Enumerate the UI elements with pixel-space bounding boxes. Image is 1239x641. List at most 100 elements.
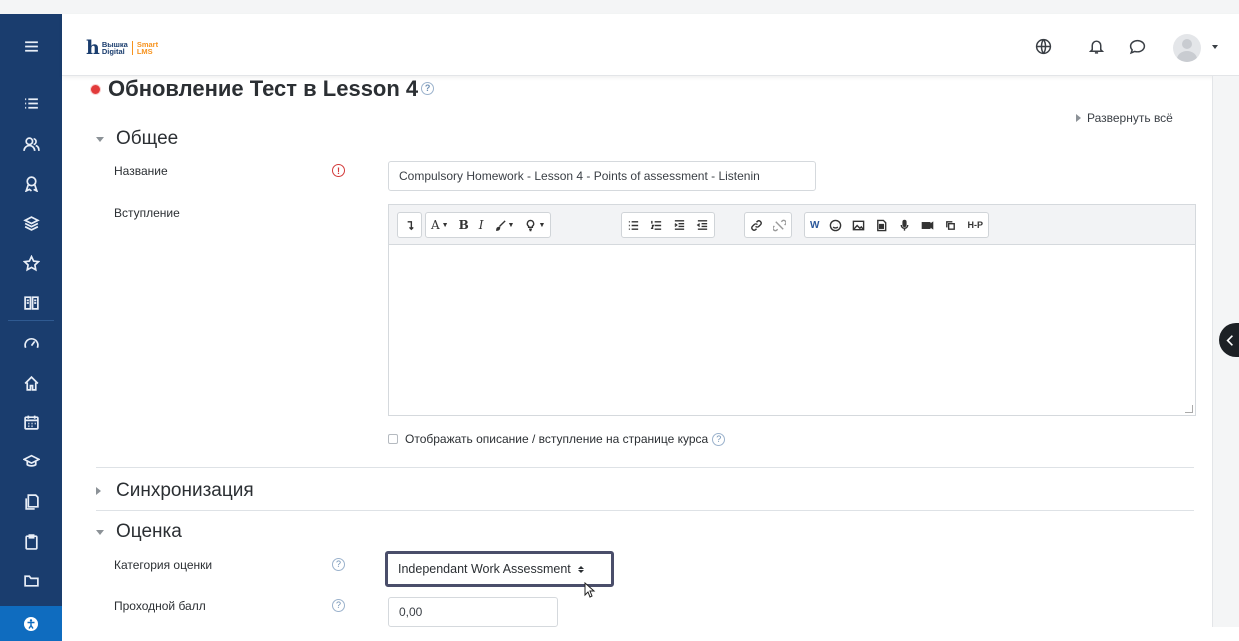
collapse-icon: [96, 136, 110, 142]
accessibility-button[interactable]: [0, 606, 62, 641]
chevron-down-icon[interactable]: [1212, 45, 1218, 49]
quiz-name-input[interactable]: Compulsory Homework - Lesson 4 - Points …: [388, 161, 816, 191]
media-button[interactable]: [870, 213, 893, 237]
accessibility-icon: [24, 616, 38, 631]
logo-line2: Digital: [101, 47, 125, 56]
show-description-label: Отображать описание / вступление на стра…: [405, 432, 709, 446]
dashboard-icon[interactable]: [0, 328, 62, 358]
microphone-button[interactable]: [893, 213, 916, 237]
grade-category-select[interactable]: Independant Work Assessment: [385, 551, 614, 587]
help-icon[interactable]: ?: [332, 558, 345, 571]
section-divider: [96, 510, 1194, 511]
font-style-button[interactable]: A ▼: [426, 213, 454, 237]
star-icon[interactable]: [0, 248, 62, 278]
italic-button[interactable]: I: [474, 213, 489, 237]
sidebar-separator: [8, 320, 54, 321]
bold-button[interactable]: B: [454, 213, 474, 237]
calendar-icon[interactable]: [0, 407, 62, 437]
grade-category-value: Independant Work Assessment: [398, 562, 571, 576]
section-general-header[interactable]: Общее: [96, 127, 178, 151]
page-title: Обновление Тест в Lesson 4 ?: [90, 76, 435, 102]
emoji-button[interactable]: [824, 213, 847, 237]
grade-category-label: Категория оценки: [114, 558, 213, 572]
clipboard-icon[interactable]: [0, 526, 62, 556]
word-paste-button[interactable]: W: [805, 213, 824, 237]
outdent-button[interactable]: [691, 213, 714, 237]
numbered-list-button[interactable]: [645, 213, 668, 237]
pass-grade-label: Проходной балл: [114, 599, 206, 613]
logo-divider: [131, 41, 133, 55]
section-sync-header[interactable]: Синхронизация: [96, 479, 254, 503]
bullet-list-button[interactable]: [622, 213, 645, 237]
files-icon[interactable]: [0, 486, 62, 516]
book-icon[interactable]: [0, 287, 62, 317]
expand-all-link[interactable]: Развернуть всё: [1076, 111, 1173, 125]
intro-label: Вступление: [114, 206, 180, 220]
caret-right-icon: [1076, 114, 1081, 122]
section-general-title: Общее: [116, 128, 179, 149]
list-icon[interactable]: [0, 88, 62, 118]
toolbar-group-media: W H-P: [804, 212, 989, 238]
section-grade-header[interactable]: Оценка: [96, 520, 182, 544]
section-grade-title: Оценка: [116, 521, 182, 542]
logo-mark: h: [86, 37, 100, 59]
unlink-button[interactable]: [768, 213, 791, 237]
section-divider: [96, 467, 1194, 468]
intro-editor-area[interactable]: [389, 245, 1195, 415]
award-icon[interactable]: [0, 168, 62, 198]
show-description-checkbox[interactable]: [388, 434, 398, 444]
hamburger-icon[interactable]: [0, 31, 62, 61]
chat-icon[interactable]: [1127, 36, 1147, 56]
show-description-row: Отображать описание / вступление на стра…: [388, 432, 726, 446]
logo-subtext: Smart LMS: [136, 41, 158, 56]
toolbar-group-links: [744, 212, 792, 238]
select-arrows-icon: [577, 565, 584, 573]
page-title-text: Обновление Тест в Lesson 4: [108, 76, 419, 101]
help-icon[interactable]: ?: [712, 432, 726, 446]
resize-handle[interactable]: [1185, 405, 1193, 413]
top-navbar: h Вышка Digital Smart LMS: [62, 14, 1239, 76]
home-icon[interactable]: [0, 368, 62, 398]
brand-logo[interactable]: h Вышка Digital Smart LMS: [86, 38, 158, 58]
bell-icon[interactable]: [1086, 36, 1106, 56]
folder-icon[interactable]: [0, 565, 62, 595]
chevron-left-icon: [1226, 334, 1233, 346]
indent-button[interactable]: [668, 213, 691, 237]
avatar[interactable]: [1173, 34, 1201, 62]
logo-text: Вышка Digital: [101, 41, 128, 56]
lightbulb-button[interactable]: ▼: [519, 213, 550, 237]
layers-icon[interactable]: [0, 208, 62, 238]
section-sync-title: Синхронизация: [116, 480, 254, 501]
expand-icon: [96, 487, 110, 495]
help-icon[interactable]: ?: [421, 81, 435, 95]
pass-grade-input[interactable]: 0,00: [388, 597, 558, 627]
font-label: A: [431, 218, 440, 232]
logo-sub2: LMS: [136, 47, 153, 56]
brush-button[interactable]: ▼: [489, 213, 520, 237]
editor-toolbar: A ▼ B I ▼ ▼ W H-P: [389, 205, 1195, 245]
copy-button[interactable]: [939, 213, 962, 237]
browser-top-strip: [0, 0, 1239, 14]
help-icon[interactable]: ?: [332, 599, 345, 612]
link-button[interactable]: [745, 213, 768, 237]
italic-label: I: [478, 218, 484, 232]
users-icon[interactable]: [0, 129, 62, 159]
left-sidebar: [0, 14, 62, 641]
intro-editor: A ▼ B I ▼ ▼ W H-P: [388, 204, 1196, 416]
word-label: W: [810, 219, 820, 231]
collapse-toolbar-button[interactable]: [398, 213, 421, 237]
toolbar-group-style: A ▼ B I ▼ ▼: [425, 212, 552, 238]
expand-all-label: Развернуть всё: [1087, 111, 1173, 125]
image-button[interactable]: [847, 213, 870, 237]
mouse-cursor-icon: [584, 582, 596, 598]
name-label: Название: [114, 164, 168, 178]
video-button[interactable]: [916, 213, 939, 237]
globe-icon[interactable]: [1033, 36, 1053, 56]
main-content: Обновление Тест в Lesson 4 ? Развернуть …: [62, 76, 1212, 627]
quiz-status-dot: [90, 83, 101, 95]
bold-label: B: [458, 218, 469, 232]
graduation-icon[interactable]: [0, 446, 62, 476]
toolbar-group-lists: [621, 212, 715, 238]
h5p-button[interactable]: H-P: [962, 213, 988, 237]
h5p-label: H-P: [967, 220, 983, 230]
